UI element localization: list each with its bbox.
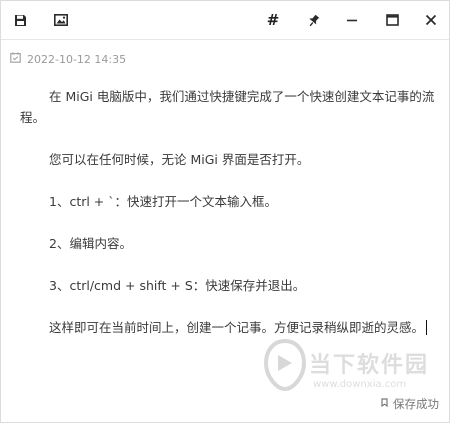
titlebar: # — [1, 1, 449, 40]
maximize-icon — [385, 14, 399, 26]
note-paragraph: 2、编辑内容。 — [49, 236, 132, 251]
hash-icon: # — [266, 11, 280, 29]
note-editor[interactable]: 在 MiGi 电脑版中，我们通过快捷键完成了一个快速创建文本记事的流程。 您可以… — [20, 86, 435, 359]
save-status-icon — [379, 397, 390, 411]
minimize-icon — [346, 14, 358, 26]
tag-button[interactable]: # — [261, 8, 285, 32]
floppy-disk-icon — [14, 14, 27, 27]
image-icon — [54, 14, 68, 26]
note-timestamp: 2022-10-12 14:35 — [10, 51, 126, 67]
pin-button[interactable] — [302, 8, 326, 32]
close-icon — [425, 14, 437, 26]
note-paragraph-text: 这样即可在当前时间上，创建一个记事。方便记录稍纵即逝的灵感。 — [49, 320, 425, 335]
text-caret — [426, 320, 428, 335]
timestamp-text: 2022-10-12 14:35 — [27, 52, 127, 66]
close-button[interactable] — [419, 8, 443, 32]
save-button[interactable] — [8, 8, 32, 32]
minimize-button[interactable] — [340, 8, 364, 32]
note-paragraph: 1、ctrl + `：快速打开一个文本输入框。 — [49, 194, 278, 209]
note-paragraph: 3、ctrl/cmd + shift + S：快速保存并退出。 — [49, 278, 306, 293]
insert-image-button[interactable] — [49, 8, 73, 32]
note-paragraph-last: 这样即可在当前时间上，创建一个记事。方便记录稍纵即逝的灵感。 — [20, 317, 435, 338]
pin-icon — [308, 14, 320, 27]
save-status: 保存成功 — [379, 396, 439, 412]
maximize-button[interactable] — [380, 8, 404, 32]
note-window: # 2022-10-12 14:35 在 MiGi 电脑版中，我们通过快捷键完成… — [0, 0, 450, 423]
note-paragraph: 您可以在任何时候，无论 MiGi 界面是否打开。 — [49, 152, 310, 167]
calendar-icon — [10, 52, 21, 66]
watermark-url: www.downxia.com — [313, 379, 407, 390]
note-paragraph: 在 MiGi 电脑版中，我们通过快捷键完成了一个快速创建文本记事的流程。 — [20, 89, 435, 125]
save-status-text: 保存成功 — [393, 397, 439, 411]
